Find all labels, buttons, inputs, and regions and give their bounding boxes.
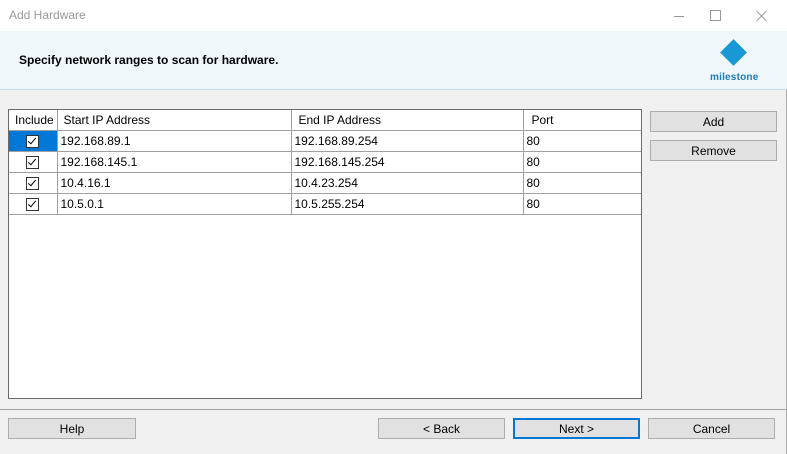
start-ip-cell[interactable]: 10.5.0.1 (56, 192, 292, 215)
maximize-icon (709, 10, 721, 21)
port-cell[interactable]: 80 (522, 171, 641, 194)
remove-button[interactable]: Remove (650, 140, 777, 161)
title-bar: Add Hardware (0, 0, 787, 31)
column-header-include[interactable]: Include (9, 110, 58, 131)
milestone-diamond-icon (720, 39, 747, 66)
end-ip-cell[interactable]: 192.168.145.254 (290, 150, 524, 173)
include-cell[interactable] (9, 150, 58, 173)
close-button[interactable] (738, 0, 784, 31)
window-title: Add Hardware (9, 8, 86, 22)
column-header-port[interactable]: Port (522, 110, 641, 131)
table-row[interactable]: 10.5.0.1 10.5.255.254 80 (9, 192, 641, 215)
back-button[interactable]: < Back (378, 418, 505, 439)
include-cell[interactable] (9, 192, 58, 215)
column-header-start-ip[interactable]: Start IP Address (56, 110, 292, 131)
cancel-button[interactable]: Cancel (648, 418, 775, 439)
end-ip-cell[interactable]: 192.168.89.254 (290, 129, 524, 152)
next-button[interactable]: Next > (513, 418, 640, 439)
port-cell[interactable]: 80 (522, 150, 641, 173)
add-button[interactable]: Add (650, 111, 777, 132)
include-checkbox[interactable] (26, 176, 40, 190)
column-header-end-ip[interactable]: End IP Address (290, 110, 524, 131)
include-checkbox[interactable] (26, 155, 40, 169)
logo-text: milestone (710, 72, 759, 83)
ip-range-table: Include Start IP Address End IP Address … (9, 110, 641, 215)
end-ip-cell[interactable]: 10.4.23.254 (290, 171, 524, 194)
milestone-logo: milestone (706, 39, 762, 85)
include-checkbox[interactable] (26, 134, 40, 148)
header-band: Specify network ranges to scan for hardw… (0, 31, 787, 90)
ip-range-grid[interactable]: Include Start IP Address End IP Address … (8, 109, 642, 399)
instruction-text: Specify network ranges to scan for hardw… (19, 53, 279, 67)
end-ip-cell[interactable]: 10.5.255.254 (290, 192, 524, 215)
add-hardware-dialog: Add Hardware Specify network ranges to s… (0, 0, 787, 454)
start-ip-cell[interactable]: 192.168.145.1 (56, 150, 292, 173)
close-icon (756, 10, 767, 21)
include-cell[interactable] (9, 129, 58, 152)
include-checkbox[interactable] (26, 197, 40, 211)
port-cell[interactable]: 80 (522, 192, 641, 215)
minimize-icon (674, 15, 684, 17)
help-button[interactable]: Help (8, 418, 136, 439)
table-row[interactable]: 192.168.145.1 192.168.145.254 80 (9, 150, 641, 173)
maximize-button[interactable] (692, 0, 738, 31)
table-row[interactable]: 192.168.89.1 192.168.89.254 80 (9, 129, 641, 152)
include-cell[interactable] (9, 171, 58, 194)
table-header-row: Include Start IP Address End IP Address … (9, 110, 641, 131)
start-ip-cell[interactable]: 10.4.16.1 (56, 171, 292, 194)
port-cell[interactable]: 80 (522, 129, 641, 152)
table-row[interactable]: 10.4.16.1 10.4.23.254 80 (9, 171, 641, 194)
start-ip-cell[interactable]: 192.168.89.1 (56, 129, 292, 152)
footer-separator (0, 409, 787, 410)
